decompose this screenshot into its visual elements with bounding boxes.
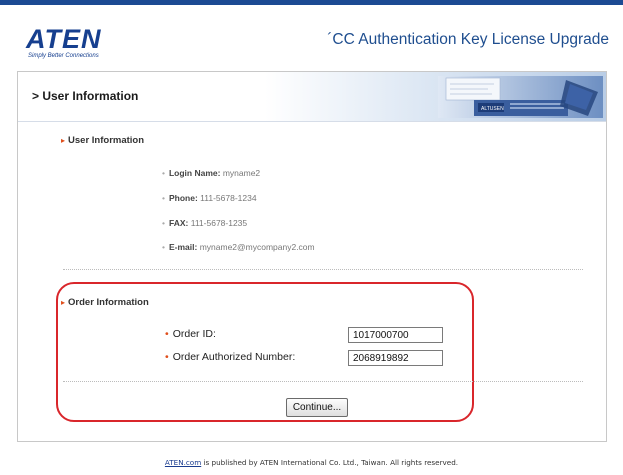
- triangle-bullet-icon: ▸: [61, 298, 66, 307]
- main-panel: > User Information ALTUSEN ▸ User Informa…: [17, 71, 607, 442]
- login-name-value: myname2: [222, 168, 261, 178]
- footer: ATEN.com is published by ATEN Internatio…: [0, 458, 623, 467]
- order-info-heading: ▸ Order Information: [61, 297, 149, 308]
- app-title: ´CC Authentication Key License Upgrade: [327, 31, 609, 48]
- logo-slogan: Simply Better Connections: [28, 53, 99, 59]
- phone-row: • Phone: 111-5678-1234: [162, 193, 257, 203]
- fax-row: • FAX: 111-5678-1235: [162, 218, 247, 228]
- order-id-field[interactable]: [348, 327, 443, 343]
- continue-button[interactable]: Continue...: [286, 398, 348, 417]
- fax-label: FAX:: [168, 218, 189, 228]
- phone-label: Phone:: [168, 193, 198, 203]
- auth-number-label: • Order Authorized Number:: [165, 351, 296, 363]
- triangle-bullet-icon: ▸: [61, 136, 66, 145]
- footer-text: is published by ATEN International Co. L…: [201, 458, 459, 467]
- email-label: E-mail:: [168, 242, 198, 252]
- dot-bullet-icon: •: [162, 168, 165, 178]
- dot-bullet-icon: •: [162, 242, 165, 252]
- auth-number-field[interactable]: [348, 350, 443, 366]
- divider: [63, 269, 583, 270]
- aten-logo[interactable]: ATEN Simply Better Connections: [26, 24, 136, 62]
- fax-value: 111-5678-1235: [190, 218, 248, 228]
- login-name-row: • Login Name: myname2: [162, 168, 260, 178]
- banner-image: ALTUSEN: [438, 76, 603, 118]
- top-stripe: [0, 0, 623, 5]
- dot-bullet-icon: •: [165, 351, 169, 363]
- dot-bullet-icon: •: [162, 218, 165, 228]
- email-value: myname2@mycompany2.com: [199, 242, 315, 252]
- login-name-label: Login Name:: [168, 168, 221, 178]
- email-row: • E-mail: myname2@mycompany2.com: [162, 242, 315, 252]
- dot-bullet-icon: •: [165, 328, 169, 340]
- user-info-heading: ▸ User Information: [61, 135, 145, 146]
- banner-text: ALTUSEN: [481, 106, 504, 112]
- section-title: > User Information: [32, 89, 139, 103]
- aten-com-link[interactable]: ATEN.com: [165, 458, 201, 467]
- section-header: > User Information ALTUSEN: [18, 72, 606, 122]
- logo-wordmark: ATEN: [26, 24, 102, 54]
- dot-bullet-icon: •: [162, 193, 165, 203]
- divider: [63, 381, 583, 382]
- phone-value: 111-5678-1234: [200, 193, 257, 203]
- order-id-label: • Order ID:: [165, 328, 216, 340]
